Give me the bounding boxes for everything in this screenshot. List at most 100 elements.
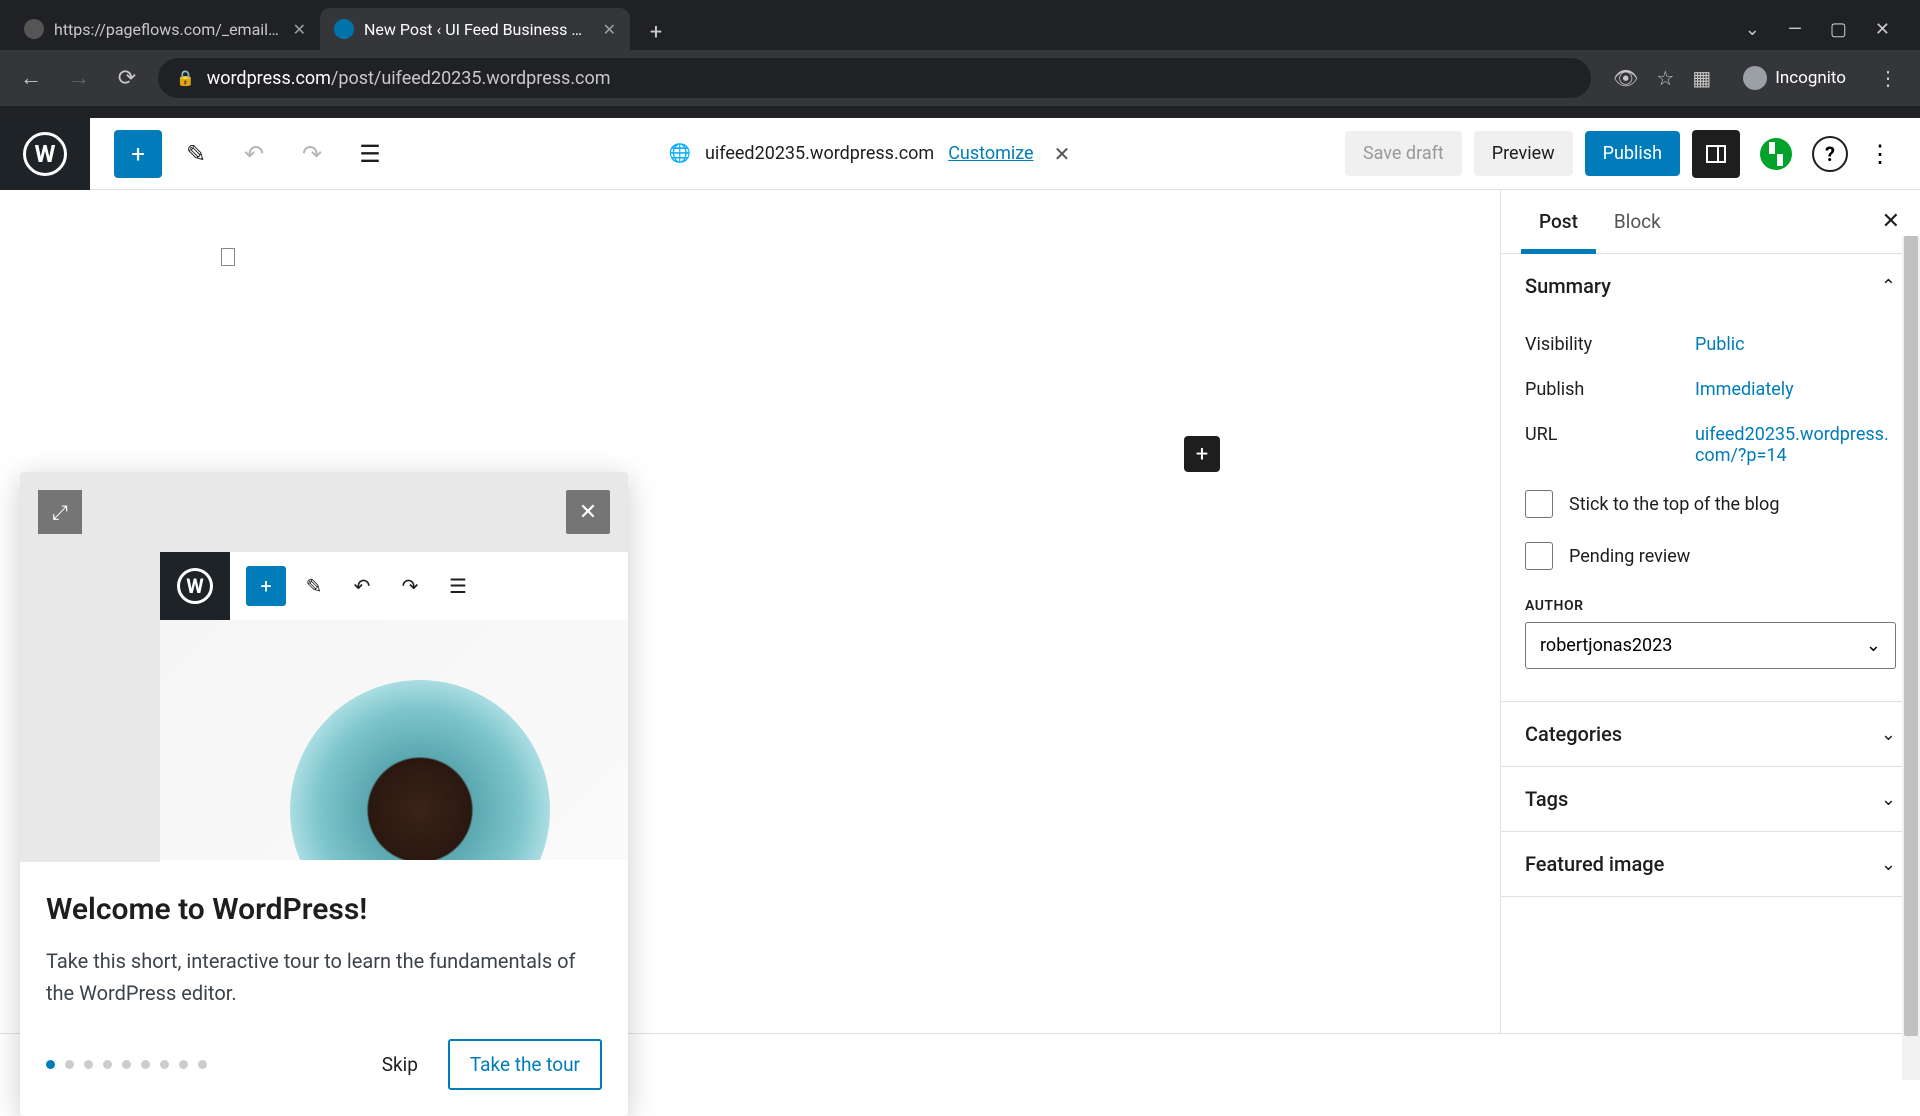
pagination-dot[interactable] [103, 1060, 112, 1069]
redo-button[interactable]: ↷ [288, 130, 336, 178]
tab-post[interactable]: Post [1521, 190, 1596, 254]
label: Visibility [1525, 334, 1695, 355]
panel-header-summary[interactable]: Summary ⌃ [1501, 254, 1920, 318]
chevron-down-icon: ⌄ [1881, 854, 1896, 875]
dismiss-icon[interactable]: ✕ [1054, 142, 1071, 166]
scrollbar[interactable] [1902, 236, 1920, 1080]
row-publish: Publish Immediately [1525, 367, 1896, 412]
panel-header-categories[interactable]: Categories ⌄ [1501, 702, 1920, 766]
settings-sidebar-toggle[interactable] [1692, 130, 1740, 178]
pagination-dot[interactable] [122, 1060, 131, 1069]
forward-button[interactable]: → [62, 61, 96, 95]
close-icon[interactable]: ✕ [1882, 209, 1900, 234]
globe-icon: 🌐 [669, 143, 691, 164]
publish-button[interactable]: Publish [1585, 131, 1680, 176]
customize-link[interactable]: Customize [948, 143, 1033, 164]
pending-label: Pending review [1569, 546, 1690, 567]
incognito-badge[interactable]: Incognito [1729, 60, 1860, 96]
url-input[interactable]: 🔒 wordpress.com/post/uifeed20235.wordpre… [158, 58, 1591, 98]
pagination-dot[interactable] [46, 1060, 55, 1069]
welcome-title: Welcome to WordPress! [46, 892, 602, 927]
more-icon[interactable]: ⋮ [1878, 66, 1898, 90]
panel-tags: Tags ⌄ [1501, 767, 1920, 832]
chevron-up-icon: ⌃ [1881, 276, 1896, 297]
editor-header: W + ✎ ↶ ↷ ☰ 🌐 uifeed20235.wordpress.com … [0, 118, 1920, 190]
visibility-value[interactable]: Public [1695, 334, 1896, 355]
pagination-dot[interactable] [141, 1060, 150, 1069]
add-block-button[interactable]: + [114, 130, 162, 178]
label: Publish [1525, 379, 1695, 400]
incognito-label: Incognito [1775, 68, 1846, 88]
row-pending-review: Pending review [1525, 530, 1896, 582]
minimize-modal-button[interactable]: ⤢ [38, 490, 82, 534]
edit-icon: ✎ [294, 566, 334, 606]
pagination-dot[interactable] [65, 1060, 74, 1069]
document-overview-button[interactable]: ☰ [346, 130, 394, 178]
illustration-editor: W + ✎ ↶ ↷ ☰ [160, 552, 628, 862]
toolbar-left: + ✎ ↶ ↷ ☰ [90, 130, 394, 178]
url-value[interactable]: uifeed20235.wordpress.com/?p=14 [1695, 424, 1896, 466]
tab-bar: https://pageflows.com/_emails/ ✕ New Pos… [0, 0, 1920, 50]
toolbar-right: Save draft Preview Publish ? ⋮ [1345, 130, 1920, 178]
maximize-icon[interactable]: ▢ [1830, 19, 1847, 40]
row-stick-top: Stick to the top of the blog [1525, 478, 1896, 530]
sidebar-icon [1704, 142, 1728, 166]
preview-button[interactable]: Preview [1474, 131, 1573, 176]
publish-value[interactable]: Immediately [1695, 379, 1896, 400]
incognito-icon [1743, 66, 1767, 90]
pagination-dot[interactable] [179, 1060, 188, 1069]
help-button[interactable]: ? [1812, 136, 1848, 172]
window-controls: ⌄ ― ▢ ✕ [1745, 8, 1910, 50]
back-button[interactable]: ← [14, 61, 48, 95]
close-icon[interactable]: ✕ [1875, 19, 1890, 40]
jetpack-button[interactable] [1752, 130, 1800, 178]
tab-block[interactable]: Block [1596, 190, 1679, 254]
welcome-text: Take this short, interactive tour to lea… [46, 945, 602, 1009]
sidebar-tabs: Post Block ✕ [1501, 190, 1920, 254]
close-icon[interactable]: ✕ [603, 20, 616, 39]
minimize-icon[interactable]: ― [1788, 19, 1802, 40]
tab-title: New Post ‹ UI Feed Business — W [364, 20, 593, 39]
author-select[interactable]: robertjonas2023 ⌄ [1525, 622, 1896, 669]
settings-sidebar: Post Block ✕ Summary ⌃ Visibility Public… [1500, 190, 1920, 1033]
panel-header-featured-image[interactable]: Featured image ⌄ [1501, 832, 1920, 896]
tab-title: https://pageflows.com/_emails/ [54, 20, 283, 39]
new-tab-button[interactable]: + [638, 14, 674, 50]
add-block-inline-button[interactable]: + [1184, 436, 1220, 472]
chevron-down-icon: ⌄ [1881, 789, 1896, 810]
url-path: /post/uifeed20235.wordpress.com [331, 68, 611, 89]
panel-header-tags[interactable]: Tags ⌄ [1501, 767, 1920, 831]
panel-title: Summary [1525, 274, 1611, 298]
browser-tab-2[interactable]: New Post ‹ UI Feed Business — W ✕ [320, 8, 630, 50]
scrollbar-thumb[interactable] [1904, 236, 1918, 1036]
row-visibility: Visibility Public [1525, 322, 1896, 367]
illustration-image [160, 620, 628, 860]
save-draft-button[interactable]: Save draft [1345, 131, 1462, 176]
close-icon[interactable]: ✕ [293, 20, 306, 39]
browser-chrome: https://pageflows.com/_emails/ ✕ New Pos… [0, 0, 1920, 118]
extensions-icon[interactable]: ▦ [1692, 66, 1711, 90]
add-icon: + [246, 566, 286, 606]
wordpress-logo[interactable]: W [0, 118, 90, 190]
pagination-dot[interactable] [84, 1060, 93, 1069]
pagination-dot[interactable] [160, 1060, 169, 1069]
redo-icon: ↷ [390, 566, 430, 606]
welcome-illustration: ⤢ ✕ W + ✎ ↶ ↷ ☰ [20, 472, 628, 862]
welcome-footer: Skip Take the tour [46, 1039, 602, 1090]
more-options-button[interactable]: ⋮ [1860, 140, 1900, 168]
edit-tool-button[interactable]: ✎ [172, 130, 220, 178]
favicon-icon [24, 19, 44, 39]
stick-checkbox[interactable] [1525, 490, 1553, 518]
bookmark-icon[interactable]: ☆ [1656, 66, 1674, 90]
pending-checkbox[interactable] [1525, 542, 1553, 570]
browser-tab-1[interactable]: https://pageflows.com/_emails/ ✕ [10, 8, 320, 50]
close-modal-button[interactable]: ✕ [566, 490, 610, 534]
chevron-down-icon[interactable]: ⌄ [1745, 19, 1760, 40]
eye-off-icon[interactable]: 👁 [1613, 66, 1638, 90]
take-tour-button[interactable]: Take the tour [448, 1039, 602, 1090]
undo-button[interactable]: ↶ [230, 130, 278, 178]
wordpress-editor: W + ✎ ↶ ↷ ☰ 🌐 uifeed20235.wordpress.com … [0, 118, 1920, 1080]
reload-button[interactable]: ⟳ [110, 61, 144, 95]
lock-icon: 🔒 [176, 69, 195, 87]
pagination-dot[interactable] [198, 1060, 207, 1069]
